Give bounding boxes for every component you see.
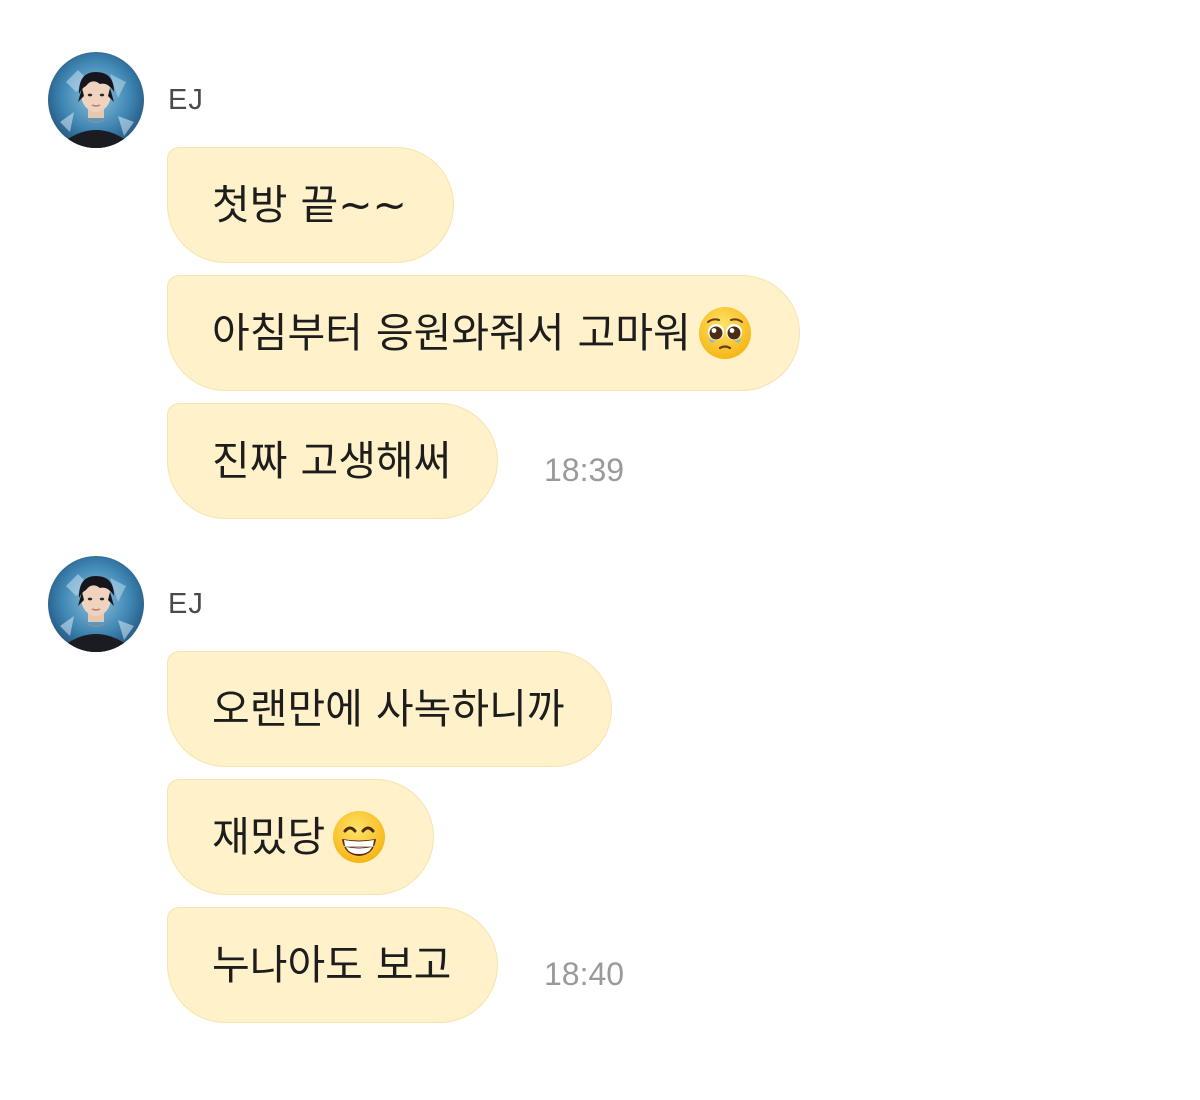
message-text: 누나아도 보고 (212, 940, 452, 989)
sender-name: EJ (168, 84, 204, 116)
message-bubble[interactable]: 누나아도 보고 (167, 907, 499, 1023)
message-bubble[interactable]: 오랜만에 사녹하니까 (167, 651, 612, 767)
message-bubble[interactable]: 재밌당 (167, 779, 435, 895)
avatar[interactable] (48, 556, 144, 652)
sender-name: EJ (168, 588, 204, 620)
message-bubble[interactable]: 아침부터 응원와줘서 고마워 (167, 275, 800, 391)
message-bubble[interactable]: 진짜 고생해써 (167, 403, 499, 519)
message-timestamp: 18:40 (544, 956, 625, 992)
message-text: 첫방 끝~~ (212, 180, 407, 229)
message-text: 오랜만에 사녹하니까 (212, 684, 565, 733)
pleading-face-icon (697, 305, 753, 361)
message-text: 아침부터 응원와줘서 고마워 (212, 308, 691, 357)
message-bubble[interactable]: 첫방 끝~~ (167, 147, 454, 263)
grinning-face-icon (331, 809, 387, 865)
avatar[interactable] (48, 52, 144, 148)
message-text: 진짜 고생해써 (212, 436, 452, 485)
message-text: 재밌당 (212, 812, 326, 861)
message-timestamp: 18:39 (544, 452, 625, 488)
